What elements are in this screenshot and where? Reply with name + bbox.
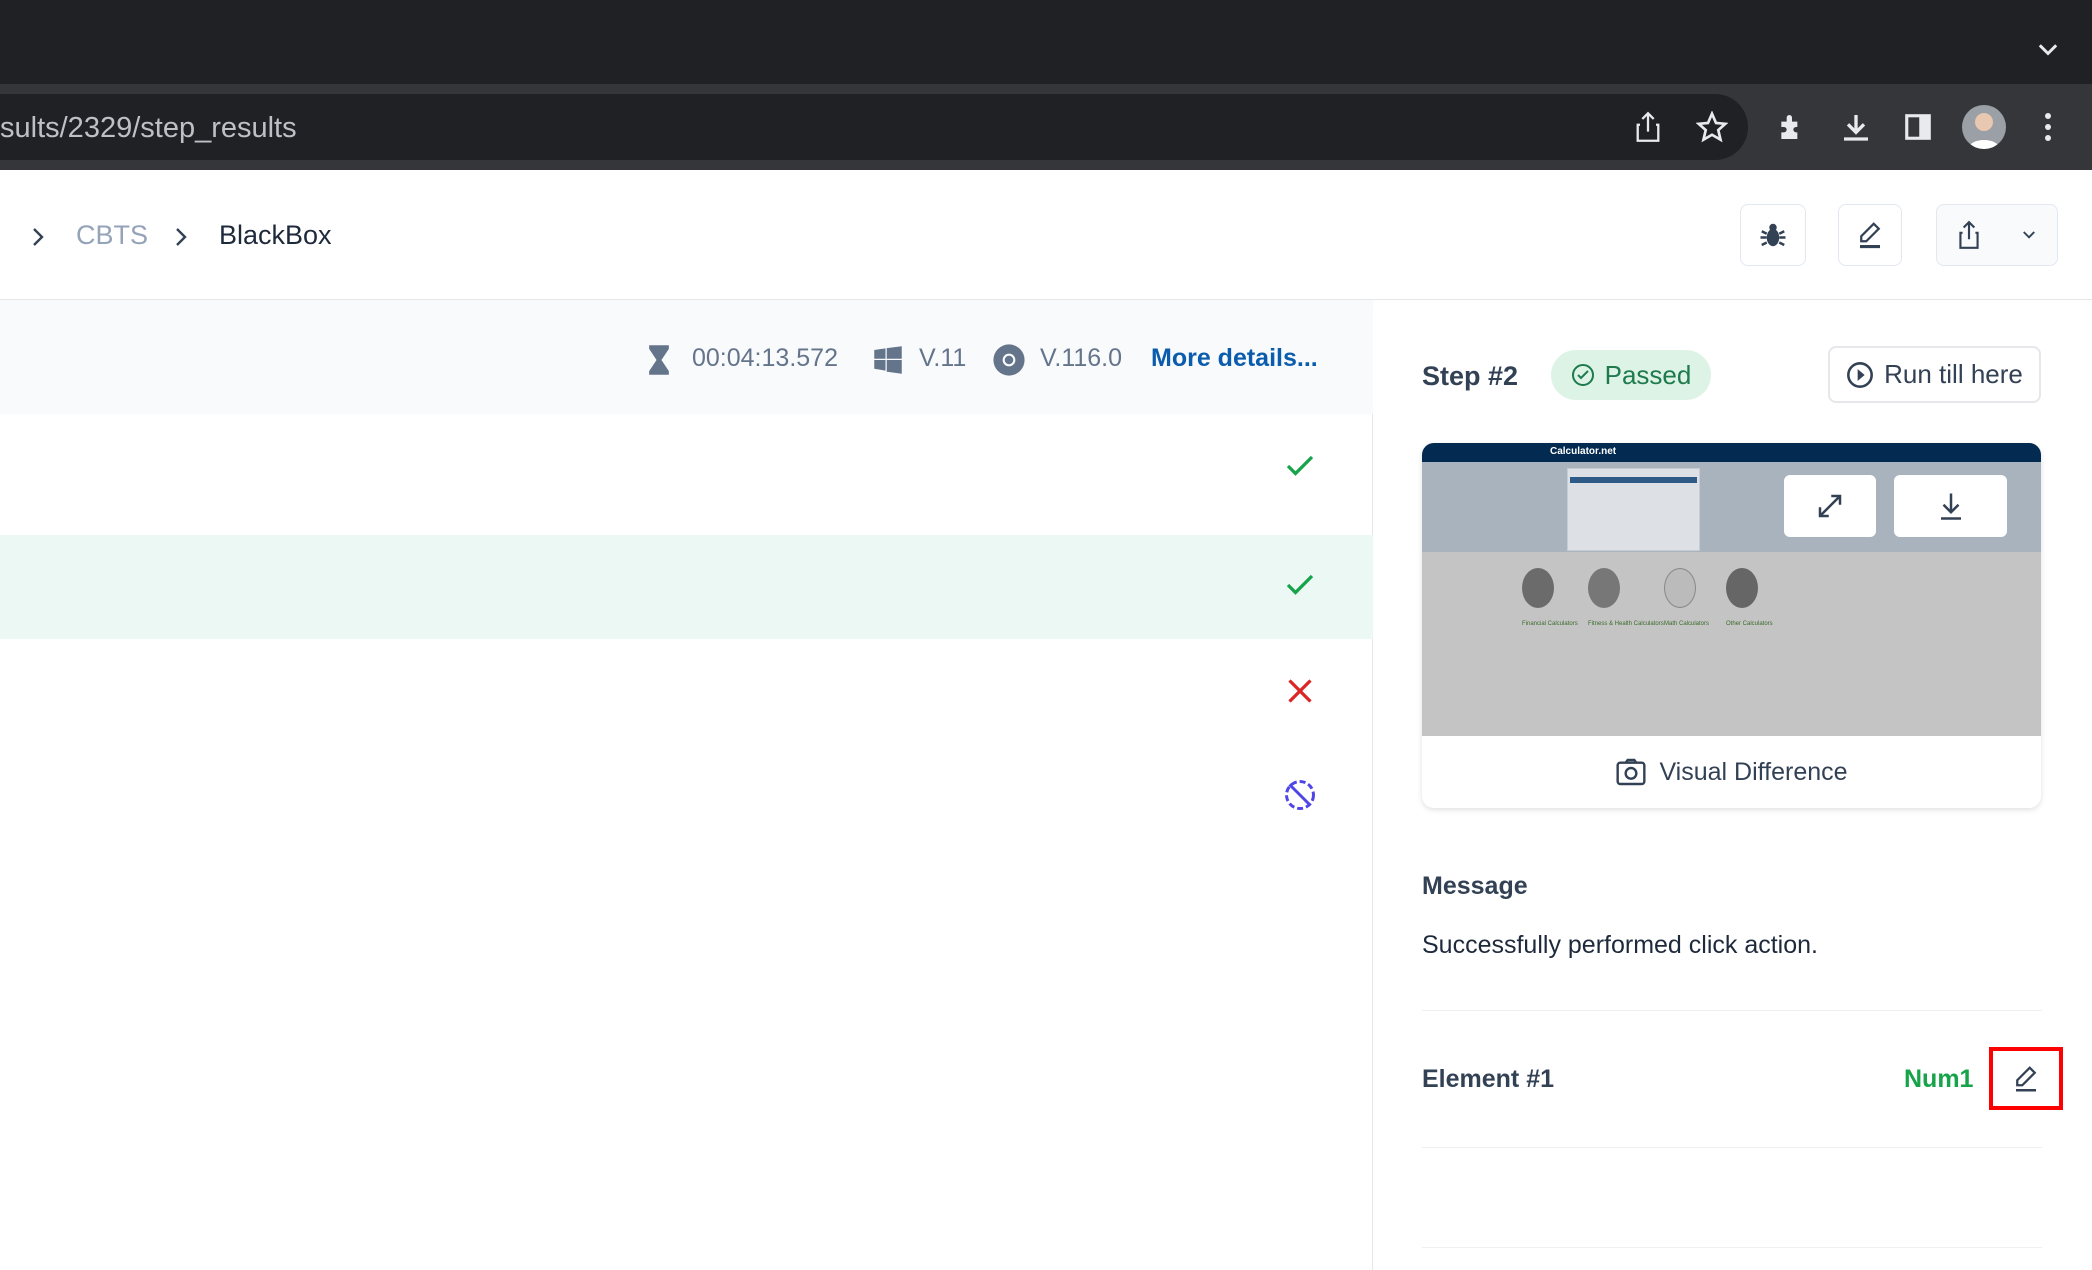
download-icon — [1940, 493, 1961, 520]
report-bug-button[interactable] — [1740, 204, 1806, 266]
share-icon[interactable] — [1626, 105, 1670, 149]
pencil-icon — [1860, 222, 1881, 249]
step-row[interactable] — [0, 414, 1373, 518]
share-icon — [1959, 220, 1979, 249]
message-text: Successfully performed click action. — [1422, 931, 1818, 959]
pencil-icon — [2016, 1065, 2037, 1091]
hourglass-icon — [649, 345, 669, 375]
step-detail-panel: Step #2 Passed Run till here Calculator.… — [1374, 300, 2092, 1270]
screenshot-category: Other Calculators — [1726, 621, 1773, 627]
chevron-right-icon — [176, 228, 187, 246]
screenshot-category: Financial Calculators — [1522, 621, 1578, 627]
edit-button[interactable] — [1838, 204, 1902, 266]
browser-version: V.116.0 — [1040, 344, 1123, 372]
chevron-down-icon[interactable] — [2034, 36, 2062, 64]
expand-button[interactable] — [1784, 475, 1876, 537]
divider — [1422, 1247, 2042, 1248]
share-dropdown-button[interactable] — [1936, 204, 2058, 266]
browser-tab-bar — [0, 0, 2092, 84]
chrome-icon — [993, 344, 1025, 376]
sidebar-icon[interactable] — [1896, 105, 1940, 149]
download-icon[interactable] — [1834, 105, 1878, 149]
run-info-bar: 00:04:13.572 V.11 V.116.0 More details..… — [0, 300, 1373, 414]
visual-difference-label: Visual Difference — [1659, 757, 1848, 786]
more-details-link[interactable]: More details... — [1151, 344, 1318, 373]
breadcrumb-current: BlackBox — [219, 220, 332, 250]
windows-icon — [874, 346, 902, 374]
check-circle-icon — [1571, 364, 1594, 386]
divider — [1422, 1147, 2042, 1148]
address-bar[interactable]: sults/2329/step_results — [0, 94, 1748, 160]
bug-icon — [1760, 223, 1786, 247]
check-icon — [1286, 455, 1314, 476]
step-row[interactable] — [0, 639, 1373, 743]
kebab-menu-icon[interactable] — [2026, 105, 2070, 149]
run-till-here-label: Run till here — [1884, 359, 2023, 389]
screenshot-image[interactable]: Calculator.net Financial Calculators Fit… — [1422, 443, 2041, 736]
app-header: CBTS BlackBox — [0, 170, 2092, 300]
chevron-right-icon — [33, 228, 44, 246]
visual-difference-button[interactable]: Visual Difference — [1422, 736, 2041, 808]
step-row[interactable] — [0, 743, 1373, 847]
divider — [1422, 1010, 2042, 1011]
screenshot-category: Math Calculators — [1664, 621, 1710, 627]
run-till-here-button[interactable]: Run till here — [1828, 346, 2041, 403]
download-screenshot-button[interactable] — [1894, 475, 2007, 537]
breadcrumb-item[interactable]: CBTS — [76, 220, 148, 251]
status-badge: Passed — [1551, 350, 1711, 400]
screenshot-card: Calculator.net Financial Calculators Fit… — [1422, 443, 2041, 808]
extensions-icon[interactable] — [1770, 105, 1814, 149]
play-circle-icon — [1847, 361, 1874, 388]
camera-icon — [1616, 758, 1646, 786]
profile-avatar[interactable] — [1962, 105, 2006, 149]
expand-icon — [1818, 494, 1842, 518]
step-title: Step #2 — [1422, 361, 1519, 391]
chevron-down-icon — [2023, 231, 2035, 239]
status-label: Passed — [1604, 359, 1692, 390]
close-icon — [1288, 679, 1312, 703]
duration: 00:04:13.572 — [692, 344, 838, 372]
star-icon[interactable] — [1690, 105, 1734, 149]
message-heading: Message — [1422, 872, 1528, 900]
screenshot-site-name: Calculator.net — [1550, 446, 1617, 457]
edit-element-button[interactable] — [1989, 1047, 2063, 1110]
step-row-selected[interactable] — [0, 535, 1373, 639]
url-text: sults/2329/step_results — [0, 112, 297, 144]
check-icon — [1286, 574, 1314, 595]
element-label: Element #1 — [1422, 1065, 1555, 1093]
steps-panel: 00:04:13.572 V.11 V.116.0 More details..… — [0, 300, 1373, 1270]
element-value: Num1 — [1904, 1065, 1974, 1093]
os-version: V.11 — [919, 344, 967, 372]
browser-toolbar: sults/2329/step_results — [0, 84, 2092, 170]
screenshot-category: Fitness & Health Calculators — [1588, 621, 1664, 627]
skipped-icon — [1285, 780, 1315, 810]
